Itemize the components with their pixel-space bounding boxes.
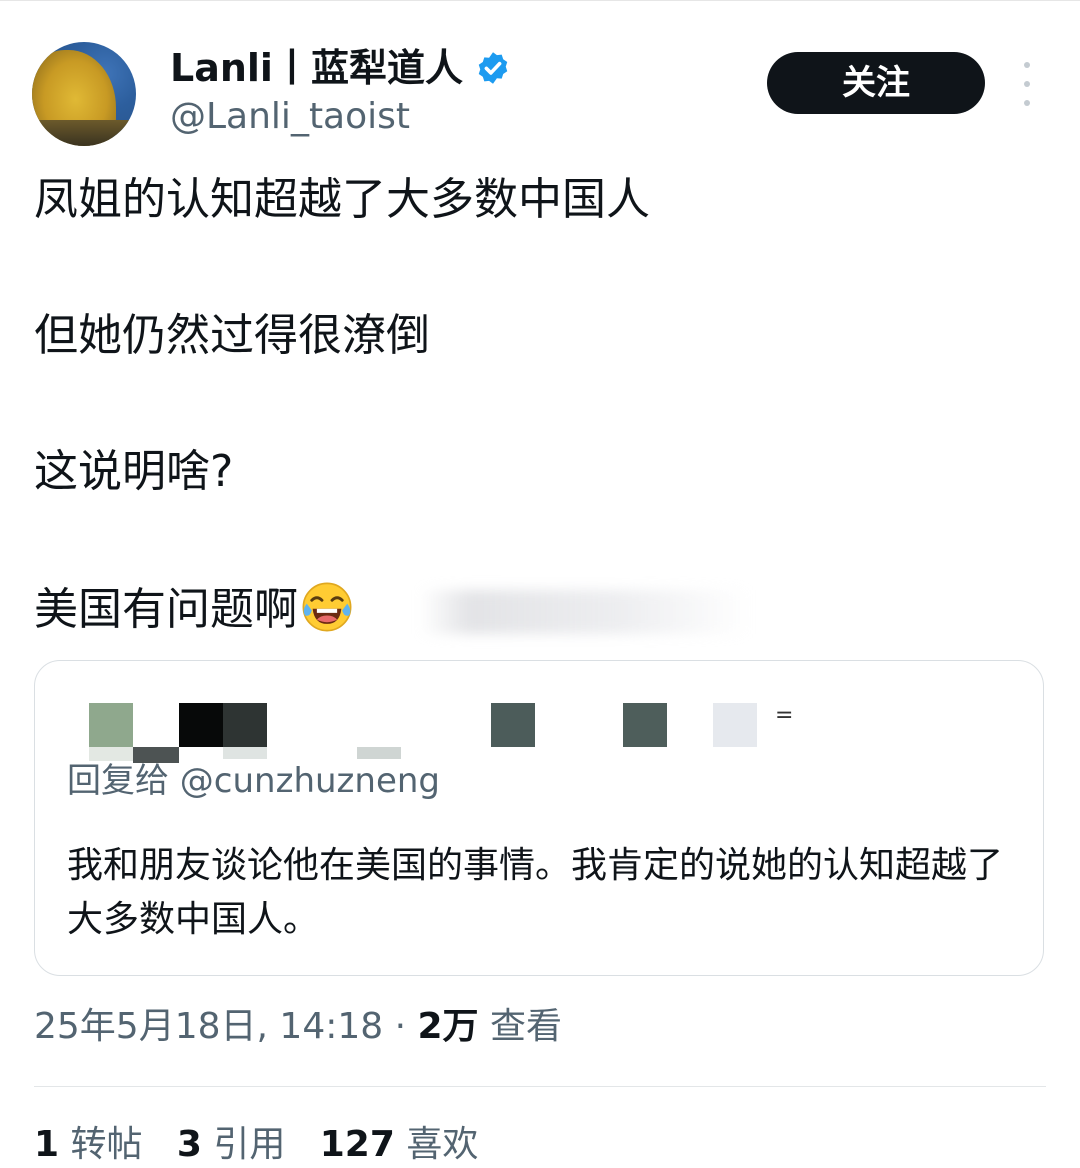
quotes-stat[interactable]: 3 引用	[177, 1124, 286, 1165]
reposts-label: 转帖	[59, 1124, 143, 1165]
pixelated-redaction	[223, 747, 267, 759]
likes-count: 127	[319, 1124, 395, 1165]
pixelated-redaction	[491, 703, 535, 747]
views-count: 2万	[417, 1006, 479, 1047]
likes-stat[interactable]: 127 喜欢	[320, 1124, 479, 1165]
tweet-text-line-1: 凤姐的认知超越了大多数中国人	[34, 174, 650, 225]
avatar[interactable]	[32, 42, 136, 146]
reposts-count: 1	[34, 1124, 60, 1165]
author-name-text: Lanli丨蓝犁道人	[170, 46, 463, 90]
tweet-text-line-3: 这说明啥?	[34, 446, 234, 497]
divider	[34, 1086, 1046, 1087]
reposts-stat[interactable]: 1 转帖	[34, 1124, 143, 1165]
tweet-timestamp[interactable]: 25年5月18日, 14:18	[34, 1006, 383, 1047]
pixelated-redaction	[223, 703, 267, 747]
views-label: 查看	[478, 1006, 563, 1047]
tweet-meta: 25年5月18日, 14:18 · 2万 查看	[34, 1004, 562, 1050]
quoted-tweet-text: 我和朋友谈论他在美国的事情。我肯定的说她的认知超越了大多数中国人。	[67, 845, 1004, 940]
quoted-tweet-card[interactable]: = 回复给 @cunzhuzneng 我和朋友谈论他在美国的事情。我肯定的说她的…	[34, 660, 1044, 976]
pixelated-redaction	[713, 703, 757, 747]
pixelated-redaction	[623, 703, 667, 747]
tweet-text-line-2: 但她仍然过得很潦倒	[34, 310, 430, 361]
pixelated-redaction	[357, 747, 401, 759]
more-options-icon[interactable]	[1014, 62, 1040, 106]
verified-badge-icon	[478, 52, 508, 84]
author-display-name[interactable]: Lanli丨蓝犁道人	[170, 42, 511, 94]
tweet-text-line-4-text: 美国有问题啊	[34, 584, 298, 635]
quotes-label: 引用	[201, 1124, 286, 1165]
author-handle[interactable]: @Lanli_taoist	[170, 94, 410, 140]
blurred-redaction	[420, 590, 750, 634]
engagement-stats: 1 转帖 3 引用 127 喜欢	[34, 1122, 478, 1168]
pixelated-redaction	[89, 703, 133, 747]
likes-label: 喜欢	[394, 1124, 479, 1165]
quotes-count: 3	[176, 1124, 202, 1165]
pixelated-redaction: =	[775, 703, 794, 728]
follow-button[interactable]: 关注	[767, 52, 985, 114]
top-divider	[0, 0, 1080, 5]
avatar-ground-graphic	[32, 120, 136, 146]
face-with-tears-of-joy-icon	[302, 582, 352, 632]
reply-to-label: 回复给 @cunzhuzneng	[67, 761, 440, 801]
meta-separator: ·	[383, 1006, 418, 1047]
pixelated-redaction	[179, 703, 223, 747]
tweet-text-line-4: 美国有问题啊	[34, 580, 354, 638]
